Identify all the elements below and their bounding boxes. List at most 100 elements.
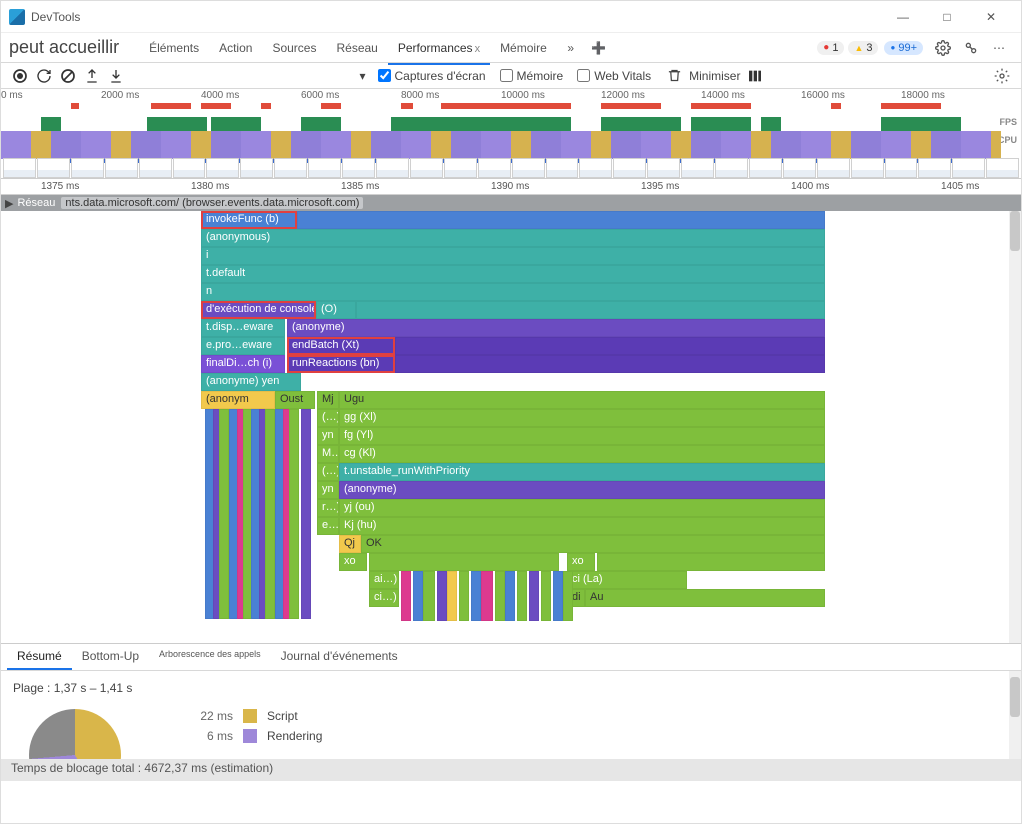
toolbar-settings-icon[interactable]	[993, 67, 1011, 85]
flame-bar[interactable]: t.disp…eware	[201, 319, 285, 337]
flame-bar[interactable]: (…)	[317, 463, 339, 481]
filmstrip-thumb[interactable]	[749, 158, 782, 178]
filmstrip-thumb[interactable]	[512, 158, 545, 178]
close-tab-icon[interactable]: x	[475, 43, 481, 55]
trash-icon[interactable]	[665, 67, 683, 85]
tab-sources[interactable]: Sources	[262, 35, 326, 61]
flame-bar[interactable]	[597, 553, 825, 571]
dropdown-caret-icon[interactable]: ▾	[354, 67, 372, 85]
summary-scrollbar[interactable]	[1009, 671, 1021, 759]
flame-ruler[interactable]: 1375 ms1380 ms1385 ms1390 ms1395 ms1400 …	[1, 179, 1021, 195]
flame-bar[interactable]: ci…)	[369, 589, 399, 607]
flame-scrollbar[interactable]	[1009, 211, 1021, 643]
filmstrip-thumb[interactable]	[139, 158, 172, 178]
flame-bar[interactable]: yn	[317, 427, 339, 445]
flame-bar[interactable]: cg (Kl)	[339, 445, 825, 463]
flame-bar[interactable]: runReactions (bn)	[287, 355, 395, 373]
flame-bar[interactable]	[297, 211, 825, 229]
flame-bar[interactable]: Ugu	[339, 391, 825, 409]
flame-bar[interactable]: d'exécution de console	[201, 301, 316, 319]
summary-tab-2[interactable]: Arborescence des appels	[149, 644, 271, 670]
filmstrip-thumb[interactable]	[579, 158, 612, 178]
filmstrip-thumb[interactable]	[240, 158, 273, 178]
captures-checkbox[interactable]: Captures d'écran	[378, 69, 486, 83]
filmstrip-thumb[interactable]	[681, 158, 714, 178]
filmstrip-thumb[interactable]	[342, 158, 375, 178]
tab-performances[interactable]: Performancesx	[388, 35, 490, 61]
minimize-window-button[interactable]: —	[881, 1, 925, 33]
flame-bar[interactable]: (anonyme) yen	[201, 373, 301, 391]
flame-bar[interactable]: i	[201, 247, 825, 265]
summary-tab-3[interactable]: Journal d'événements	[271, 644, 408, 670]
flame-chart[interactable]: invokeFunc (b)(anonymous)it.defaultnd'ex…	[1, 211, 1021, 643]
flame-bar[interactable]: OK	[361, 535, 825, 553]
flame-bar[interactable]: ci (La)	[567, 571, 687, 589]
filmstrip-thumb[interactable]	[444, 158, 477, 178]
settings-icon[interactable]	[931, 36, 955, 60]
flame-bar[interactable]: endBatch (Xt)	[287, 337, 395, 355]
flame-bar[interactable]	[395, 355, 825, 373]
filmstrip-thumb[interactable]	[71, 158, 104, 178]
flame-bar[interactable]: yn	[317, 481, 339, 499]
flame-bar[interactable]: Au	[585, 589, 825, 607]
flame-bar[interactable]: t.default	[201, 265, 825, 283]
flame-bar[interactable]: e.pro…eware	[201, 337, 285, 355]
tab-action[interactable]: Action	[209, 35, 262, 61]
upload-button[interactable]	[83, 67, 101, 85]
flame-bar[interactable]: (anonyme)	[287, 319, 825, 337]
flame-bar[interactable]: gg (Xl)	[339, 409, 825, 427]
filmstrip-thumb[interactable]	[478, 158, 511, 178]
tab-éléments[interactable]: Éléments	[139, 35, 209, 61]
flame-bar[interactable]: e…	[317, 517, 339, 535]
flame-bar[interactable]: yj (ou)	[339, 499, 825, 517]
record-button[interactable]	[11, 67, 29, 85]
filmstrip-thumb[interactable]	[410, 158, 443, 178]
filmstrip-thumb[interactable]	[206, 158, 239, 178]
webvitals-checkbox[interactable]: Web Vitals	[577, 69, 651, 83]
flame-bar[interactable]: fg (Yl)	[339, 427, 825, 445]
warning-count-badge[interactable]: 3	[848, 41, 878, 55]
flame-bar[interactable]	[395, 337, 825, 355]
flame-bar[interactable]: finalDi…ch (i)	[201, 355, 285, 373]
filmstrip-thumb[interactable]	[274, 158, 307, 178]
maximize-window-button[interactable]: □	[925, 1, 969, 33]
minimize-label[interactable]: Minimiser	[689, 69, 740, 83]
flame-bar[interactable]: t.unstable_runWithPriority	[339, 463, 825, 481]
network-row[interactable]: ▶ Réseau nts.data.microsoft.com/ (browse…	[1, 195, 1021, 211]
close-window-button[interactable]: ✕	[969, 1, 1013, 33]
filmstrip-thumb[interactable]	[817, 158, 850, 178]
filmstrip-thumb[interactable]	[715, 158, 748, 178]
filmstrip-thumb[interactable]	[885, 158, 918, 178]
flame-bar[interactable]: M…	[317, 445, 339, 463]
flame-bar[interactable]: (anonym	[201, 391, 275, 409]
flame-bar[interactable]: invokeFunc (b)	[201, 211, 297, 229]
flame-bar[interactable]: xo	[567, 553, 595, 571]
summary-tab-1[interactable]: Bottom-Up	[72, 644, 149, 670]
download-button[interactable]	[107, 67, 125, 85]
tab-mémoire[interactable]: Mémoire	[490, 35, 557, 61]
error-count-badge[interactable]: 1	[817, 41, 844, 55]
filmstrip-thumb[interactable]	[376, 158, 409, 178]
flame-bar[interactable]: Mj	[317, 391, 339, 409]
filmstrip-thumb[interactable]	[37, 158, 70, 178]
flame-bar[interactable]: n	[201, 283, 825, 301]
filmstrip-thumb[interactable]	[3, 158, 36, 178]
filmstrip-thumb[interactable]	[613, 158, 646, 178]
reload-button[interactable]	[35, 67, 53, 85]
flame-bar[interactable]: r…)	[317, 499, 339, 517]
kebab-menu-icon[interactable]: ⋯	[987, 36, 1011, 60]
flame-bar[interactable]: (anonymous)	[201, 229, 825, 247]
flame-bar[interactable]: (…)	[317, 409, 339, 427]
filmstrip-thumb[interactable]	[851, 158, 884, 178]
filmstrip-thumb[interactable]	[173, 158, 206, 178]
flame-bar[interactable]: Kj (hu)	[339, 517, 825, 535]
memory-checkbox[interactable]: Mémoire	[500, 69, 564, 83]
flame-bar[interactable]: xo	[339, 553, 367, 571]
flame-bar[interactable]: (anonyme)	[339, 481, 825, 499]
filmstrip-thumb[interactable]	[105, 158, 138, 178]
filmstrip-thumb[interactable]	[647, 158, 680, 178]
overview-timeline[interactable]: 0 ms2000 ms4000 ms6000 ms8000 ms10000 ms…	[1, 89, 1021, 179]
layout-icon[interactable]	[746, 67, 764, 85]
flame-bar[interactable]: ai…)	[369, 571, 399, 589]
filmstrip-thumb[interactable]	[308, 158, 341, 178]
